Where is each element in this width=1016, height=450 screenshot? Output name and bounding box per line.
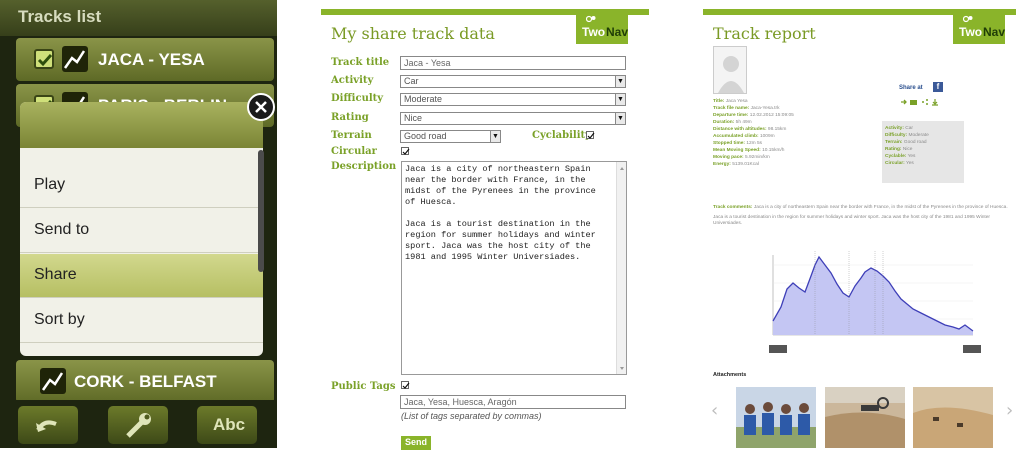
circular-checkbox[interactable] [401,147,410,155]
chevron-down-icon: ▼ [615,113,625,124]
description-label: Description [331,161,397,172]
track-checkbox[interactable] [34,49,54,69]
report-metadata: Title: Jaca Yesa Track file name: Jaca-Y… [713,99,794,167]
email-icon [910,100,917,105]
context-menu-header [20,102,263,148]
circular-label: Circular [331,146,377,157]
cyclability-label: Cyclability [532,130,591,141]
menu-item-play[interactable]: Play [20,164,263,208]
menu-scrollbar[interactable] [258,150,264,272]
track-icon [62,46,88,72]
elevation-profile-chart [769,251,981,353]
share-icon [922,101,924,103]
twonav-logo: Two Nav [953,12,1005,44]
attachment-photo-desert[interactable] [825,387,905,448]
public-tags-label: Public Tags [331,381,396,392]
share-form-panel: Two Nav My share track data Track title J… [321,0,649,450]
avatar [713,46,747,94]
track-title-input[interactable]: Jaca - Yesa [400,56,626,70]
forward-icon [901,99,907,105]
attachments-label: Attachments [713,372,747,378]
report-metadata-box: Activity: Car Difficulty: Moderate Terra… [882,121,964,183]
page-title: My share track data [331,24,495,43]
chevron-down-icon: ▼ [615,76,625,87]
menu-item-label: Sort by [34,311,85,328]
tools-button[interactable] [108,406,168,444]
device-screen: Tracks list JACA - YESA PARIS - BERLIN P… [0,0,277,448]
activity-select[interactable]: Car ▼ [400,75,626,88]
context-menu: Play Send to Share Sort by [20,102,263,356]
textarea-scrollbar[interactable] [616,162,626,374]
public-tags-checkbox[interactable] [401,381,410,389]
menu-item-label: Send to [34,221,90,238]
tags-input[interactable]: Jaca, Yesa, Huesca, Aragón [400,395,626,409]
tracks-list-title: Tracks list [18,7,102,26]
description-text: Jaca is a city of northeastern Spain nea… [405,164,596,262]
share-actions[interactable] [899,98,949,106]
bottom-toolbar: Abc [0,400,277,448]
description-textarea[interactable]: Jaca is a city of northeastern Spain nea… [401,161,627,375]
cyclability-checkbox[interactable] [586,131,595,139]
difficulty-label: Difficulty [331,93,384,104]
abc-label: Abc [213,415,246,434]
tracks-list-header: Tracks list [0,0,277,36]
share-at-label: Share at [899,85,923,91]
chevron-right-icon[interactable]: › [1006,400,1013,421]
terrain-select[interactable]: Good road ▼ [400,130,501,143]
twonav-logo: Two Nav [576,12,628,44]
menu-item-sort-by[interactable]: Sort by [20,299,263,343]
menu-item-share[interactable]: Share [20,254,263,298]
undo-icon [36,420,57,432]
track-title-label: Track title [331,57,390,68]
track-icon [40,368,66,394]
menu-item-send-to[interactable]: Send to [20,209,263,253]
checkmark-icon [37,54,53,67]
track-comments: Track comments: Jaca is a city of northe… [713,205,1008,226]
chevron-down-icon: ▼ [615,94,625,105]
close-icon[interactable] [247,93,275,121]
chevron-left-icon[interactable]: ‹ [711,400,718,421]
tags-hint: (List of tags separated by commas) [401,411,542,421]
difficulty-select[interactable]: Moderate ▼ [400,93,626,106]
menu-item-label: Play [34,176,66,193]
track-name: CORK - BELFAST [74,372,217,391]
terrain-label: Terrain [331,130,372,141]
attachment-photo-dunes[interactable] [913,387,993,448]
activity-label: Activity [331,75,374,86]
rating-select[interactable]: Nice ▼ [400,112,626,125]
track-row[interactable]: JACA - YESA [16,38,274,81]
report-title: Track report [713,24,816,43]
track-report-panel: Two Nav Track report Title: Jaca Yesa Tra… [703,0,1016,448]
track-name: JACA - YESA [98,50,205,69]
abc-button[interactable]: Abc [197,406,257,444]
rating-label: Rating [331,112,369,123]
download-icon [932,99,938,106]
attachment-photo-group[interactable] [736,387,816,448]
menu-item-label: Share [34,266,77,283]
undo-button[interactable] [18,406,78,444]
track-row[interactable]: CORK - BELFAST [16,360,274,403]
chevron-down-icon: ▼ [490,131,500,142]
facebook-icon[interactable]: f [933,82,943,92]
wrench-icon [126,413,151,438]
